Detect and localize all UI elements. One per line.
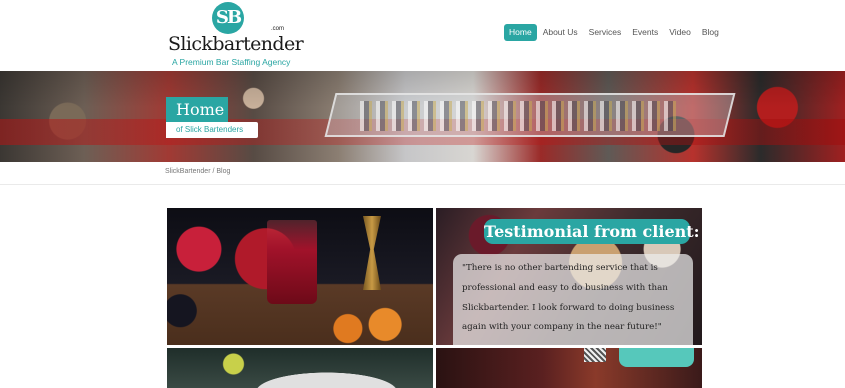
main-nav: Home About Us Services Events Video Blog [504,24,725,41]
cocktail-glass [267,220,317,304]
logo-suffix: .com [271,26,285,32]
nav-home[interactable]: Home [504,24,537,41]
nav-blog[interactable]: Blog [697,24,724,41]
jigger [363,216,381,290]
testimonial-heading: Testimonial from client: [484,219,700,244]
testimonial-quote: "There is no other bartending service th… [453,254,693,345]
teal-cup [619,348,694,367]
hero-bottles [360,101,680,131]
hero-banner [0,71,845,162]
hero-subtitle: of Slick Bartenders [166,122,258,138]
divider [0,184,845,185]
bartender-photo-tile[interactable] [436,348,702,388]
site-logo[interactable]: SB .com Slickbartender A Premium Bar Sta… [168,2,304,68]
logo-mark: SB [212,2,244,34]
testimonial-tile[interactable]: Testimonial from client: "There is no ot… [436,208,702,345]
breadcrumb[interactable]: SlickBartender / Blog [165,168,230,175]
nav-about-us[interactable]: About Us [538,24,583,41]
cocktail-photo-tile[interactable] [167,208,433,345]
logo-tagline: A Premium Bar Staffing Agency [172,57,291,67]
site-header: SB .com Slickbartender A Premium Bar Sta… [0,0,845,71]
shaker [584,348,606,362]
drink-photo-tile[interactable] [167,348,433,388]
nav-services[interactable]: Services [584,24,627,41]
hero-title: Home [166,97,228,122]
nav-video[interactable]: Video [664,24,696,41]
logo-wordmark: Slickbartender [168,33,304,55]
nav-events[interactable]: Events [627,24,663,41]
